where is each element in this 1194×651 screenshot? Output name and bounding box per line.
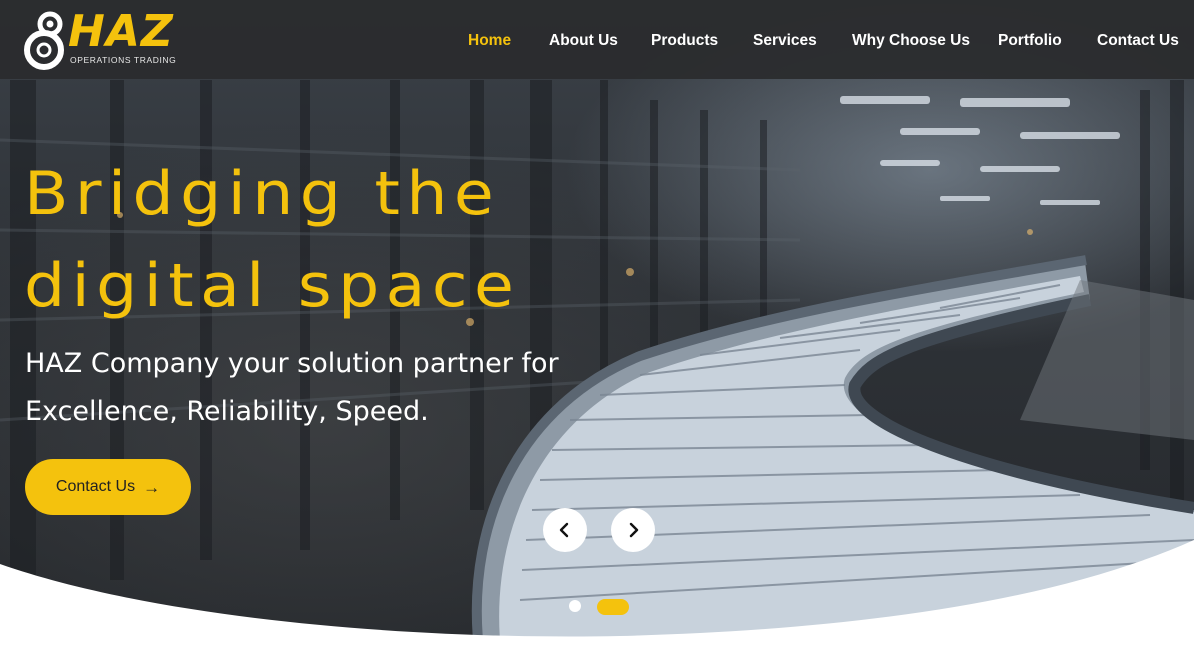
contact-us-button[interactable]: Contact Us → <box>25 459 191 515</box>
headline-line-2: digital space <box>24 251 521 321</box>
slider-dot-2-active[interactable] <box>597 599 629 615</box>
chevron-left-icon <box>559 522 569 538</box>
hero-headline: Bridging the digital space <box>24 148 532 332</box>
nav-item-portfolio[interactable]: Portfolio <box>998 31 1062 51</box>
hero-subline: HAZ Company your solution partner for Ex… <box>25 340 625 436</box>
nav-item-products[interactable]: Products <box>651 31 718 51</box>
headline-line-1: Bridging the <box>24 159 501 229</box>
nav-item-services[interactable]: Services <box>753 31 817 51</box>
nav-item-about-us[interactable]: About Us <box>549 31 618 51</box>
hero-bottom-wave <box>0 540 1194 651</box>
logo-tagline: OPERATIONS TRADING <box>70 55 177 65</box>
contact-us-button-label: Contact Us <box>55 478 136 495</box>
slider-dot-1[interactable] <box>569 600 581 612</box>
slider-next-button[interactable] <box>611 508 655 552</box>
subline-line-1: HAZ Company your solution partner for <box>25 348 559 379</box>
arrow-right-icon: → <box>143 477 161 497</box>
slider-prev-button[interactable] <box>543 508 587 552</box>
chevron-right-icon <box>629 522 639 538</box>
nav-item-contact-us[interactable]: Contact Us <box>1097 31 1179 51</box>
site-header: HAZ OPERATIONS TRADING Home About Us Pro… <box>0 0 1194 79</box>
nav-item-home[interactable]: Home <box>468 31 511 51</box>
hero-section: Bridging the digital space HAZ Company y… <box>0 0 1194 651</box>
nav-item-why-choose-us[interactable]: Why Choose Us <box>852 31 970 51</box>
main-navigation: Home About Us Products Services Why Choo… <box>0 31 1194 53</box>
subline-line-2: Excellence, Reliability, Speed. <box>25 396 429 427</box>
